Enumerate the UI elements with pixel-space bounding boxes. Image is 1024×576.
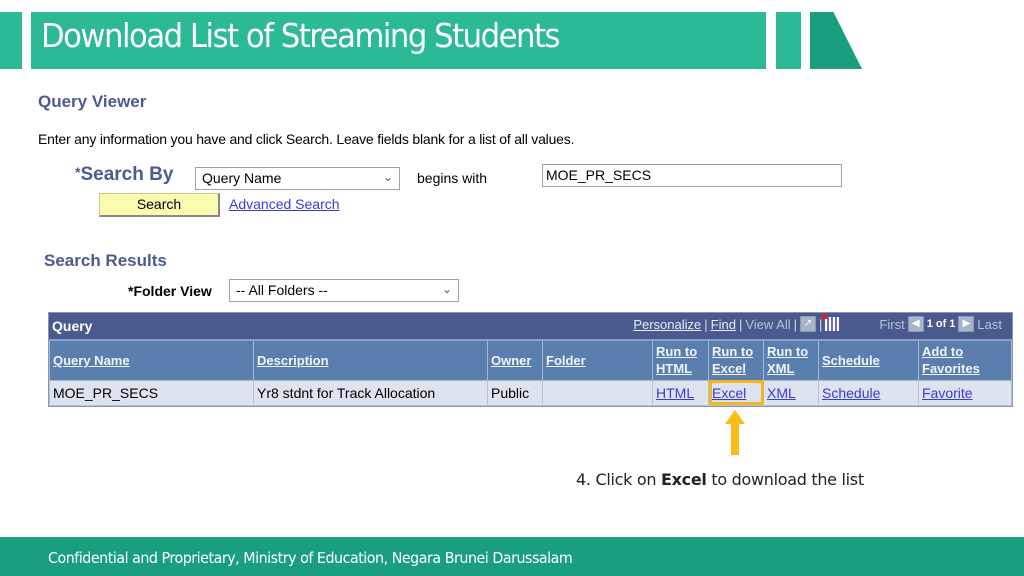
column-header-run-xml[interactable]: Run to XML xyxy=(763,339,819,381)
results-table: Query Name Description Owner Folder Run … xyxy=(49,339,1012,406)
step-caption: 4. Click on Excel to download the list xyxy=(576,470,864,489)
run-html-link[interactable]: HTML xyxy=(652,379,709,406)
new-window-icon[interactable]: ↗ xyxy=(800,316,817,332)
folder-view-value: -- All Folders -- xyxy=(236,282,328,298)
search-results-title: Search Results xyxy=(44,251,167,270)
last-label: Last xyxy=(977,316,1002,332)
chevron-down-icon: ⌄ xyxy=(382,170,393,184)
cell-query-name: MOE_PR_SECS xyxy=(49,379,254,406)
table-row: MOE_PR_SECS Yr8 stdnt for Track Allocati… xyxy=(49,379,1012,406)
arrow-up-icon xyxy=(725,410,745,455)
banner-decoration-stripe xyxy=(776,12,801,69)
previous-page-icon[interactable]: ◀ xyxy=(907,316,924,332)
favorite-link[interactable]: Favorite xyxy=(918,379,1012,406)
separator: | xyxy=(704,316,708,332)
banner-decoration-left xyxy=(0,12,22,69)
folder-view-select[interactable]: -- All Folders -- ⌄ xyxy=(229,279,459,302)
search-by-text: Search By xyxy=(80,164,174,185)
column-header-query-name[interactable]: Query Name xyxy=(49,339,254,381)
next-page-icon[interactable]: ▶ xyxy=(958,316,975,332)
column-header-owner[interactable]: Owner xyxy=(487,339,543,381)
grid-navigation: Personalize | Find | View All | ↗ | Firs… xyxy=(633,314,1002,332)
results-grid: Query Personalize | Find | View All | ↗ … xyxy=(48,312,1013,407)
footer-text: Confidential and Proprietary, Ministry o… xyxy=(48,549,573,567)
search-by-select[interactable]: Query Name ⌄ xyxy=(195,167,400,190)
folder-view-label: *Folder View xyxy=(128,283,212,299)
search-button[interactable]: Search xyxy=(99,193,220,217)
grid-title: Query xyxy=(52,318,93,334)
run-xml-link[interactable]: XML xyxy=(763,379,819,406)
first-label: First xyxy=(879,316,905,332)
separator: | xyxy=(738,316,743,332)
column-header-description[interactable]: Description xyxy=(253,339,488,381)
column-header-run-excel[interactable]: Run to Excel xyxy=(708,339,764,381)
table-header-row: Query Name Description Owner Folder Run … xyxy=(49,339,1012,381)
page-status: 1 of 1 xyxy=(926,318,956,330)
view-all-link[interactable]: View All xyxy=(745,317,790,332)
advanced-search-link[interactable]: Advanced Search xyxy=(229,196,340,212)
banner-decoration-trapezoid xyxy=(810,12,862,69)
instructions-text: Enter any information you have and click… xyxy=(38,131,575,147)
search-by-value: Query Name xyxy=(202,170,282,186)
search-value-input[interactable]: MOE_PR_SECS xyxy=(542,164,842,187)
cell-description: Yr8 stdnt for Track Allocation xyxy=(253,379,488,406)
chevron-down-icon: ⌄ xyxy=(441,282,452,296)
cell-owner: Public xyxy=(487,379,543,406)
step-caption-bold: Excel xyxy=(660,470,707,489)
run-excel-link[interactable]: Excel xyxy=(708,379,764,406)
search-by-label: *Search By xyxy=(75,164,173,186)
operator-label: begins with xyxy=(417,170,488,186)
column-header-run-html[interactable]: Run to HTML xyxy=(652,339,709,381)
column-header-schedule[interactable]: Schedule xyxy=(818,339,919,381)
cell-folder xyxy=(542,379,653,406)
query-viewer-title: Query Viewer xyxy=(38,92,147,111)
slide-title: Download List of Streaming Students xyxy=(41,16,561,55)
separator: | xyxy=(793,316,798,332)
personalize-link[interactable]: Personalize xyxy=(633,317,701,332)
schedule-link[interactable]: Schedule xyxy=(818,379,919,406)
grid-header: Query Personalize | Find | View All | ↗ … xyxy=(49,313,1012,339)
find-link[interactable]: Find xyxy=(711,317,736,332)
column-header-add-favorites[interactable]: Add to Favorites xyxy=(918,339,1012,381)
column-header-folder[interactable]: Folder xyxy=(542,339,653,381)
download-grid-icon[interactable] xyxy=(822,314,840,331)
